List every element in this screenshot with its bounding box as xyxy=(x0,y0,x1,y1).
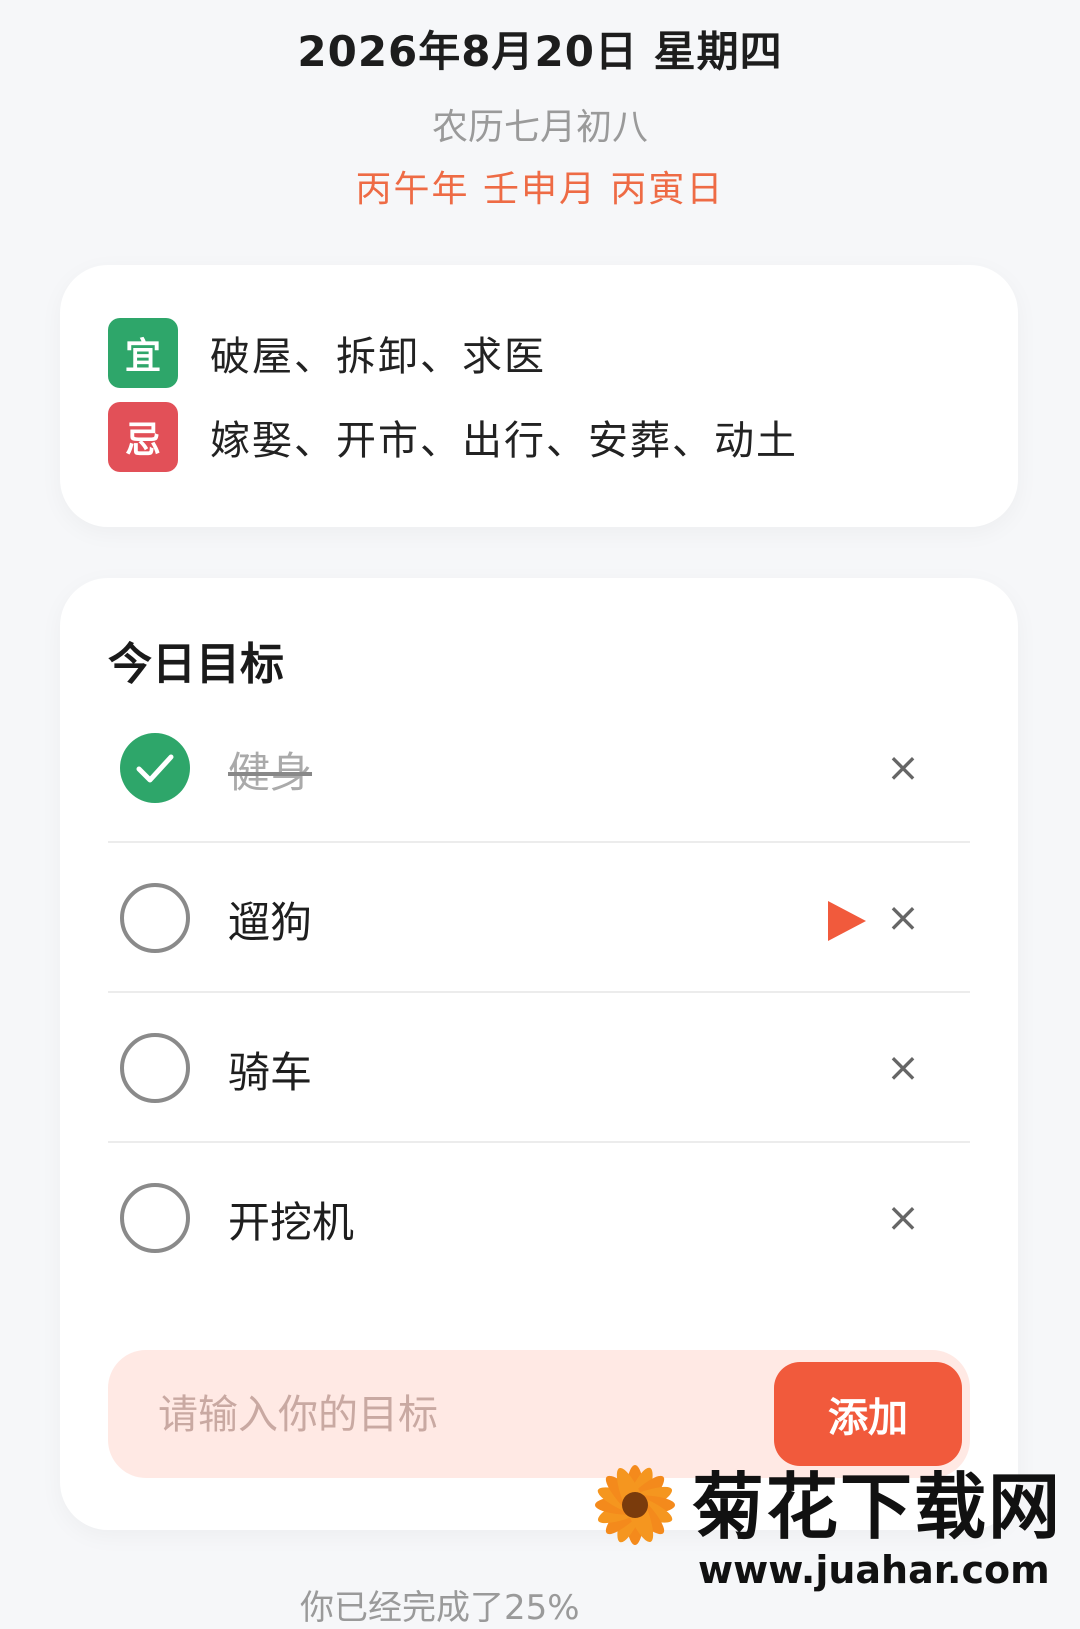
yi-items: 破屋、拆卸、求医 xyxy=(210,334,546,380)
watermark-url: www.juahar.com xyxy=(698,1548,1050,1592)
checkmark-icon xyxy=(136,754,174,783)
checkbox-unchecked[interactable] xyxy=(120,1183,190,1253)
goal-row: 骑车 × xyxy=(108,993,970,1143)
yi-badge: 宜 xyxy=(108,318,178,388)
checkbox-unchecked[interactable] xyxy=(120,1033,190,1103)
ganzhi-date: 丙午年 壬申月 丙寅日 xyxy=(355,169,725,210)
close-icon[interactable]: × xyxy=(878,1193,928,1243)
goal-input[interactable] xyxy=(156,1386,740,1444)
flower-logo-icon xyxy=(595,1465,675,1545)
goal-row: 健身 × xyxy=(108,693,970,843)
almanac-card: 宜 破屋、拆卸、求医 忌 嫁娶、开市、出行、安葬、动土 xyxy=(60,265,1018,527)
date-title: 2026年8月20日 星期四 xyxy=(297,27,783,76)
goal-label: 骑车 xyxy=(228,1048,313,1097)
lunar-date: 农历七月初八 xyxy=(431,107,648,148)
watermark-title: 菊花下载网 xyxy=(692,1465,1063,1549)
watermark: 菊花下载网 www.juahar.com xyxy=(580,1440,1080,1613)
goal-row: 遛狗 × xyxy=(108,843,970,993)
almanac-ji-row: 忌 嫁娶、开市、出行、安葬、动土 xyxy=(108,402,798,472)
goal-label: 遛狗 xyxy=(228,898,313,947)
checkbox-checked[interactable] xyxy=(120,733,190,803)
goals-card: 今日目标 健身 × 遛狗 × 骑车 × 开挖机 × 添加 xyxy=(60,578,1018,1530)
ji-items: 嫁娶、开市、出行、安葬、动土 xyxy=(210,418,798,464)
goal-label: 开挖机 xyxy=(228,1198,355,1247)
almanac-yi-row: 宜 破屋、拆卸、求医 xyxy=(108,318,546,388)
progress-text: 你已经完成了25% xyxy=(300,1588,580,1628)
checkbox-unchecked[interactable] xyxy=(120,883,190,953)
play-icon[interactable] xyxy=(828,901,866,941)
close-icon[interactable]: × xyxy=(878,893,928,943)
goals-title: 今日目标 xyxy=(108,639,284,690)
close-icon[interactable]: × xyxy=(878,743,928,793)
goal-row: 开挖机 × xyxy=(108,1143,970,1293)
goal-label: 健身 xyxy=(228,748,313,797)
close-icon[interactable]: × xyxy=(878,1043,928,1093)
ji-badge: 忌 xyxy=(108,402,178,472)
